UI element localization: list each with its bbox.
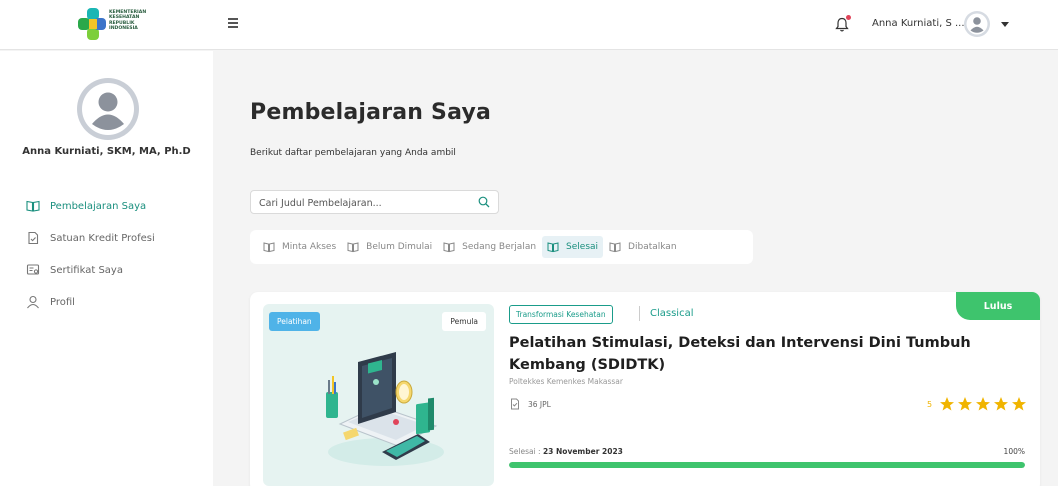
search-box [250, 190, 499, 215]
course-delivery-type: Classical [650, 308, 694, 319]
tab-dibatalkan[interactable]: Dibatalkan [604, 236, 681, 258]
course-jpl: 36 JPL [528, 400, 551, 409]
user-icon [27, 295, 39, 309]
completion-info: Selesai : 23 November 2023 [509, 447, 623, 456]
tab-label: Minta Akses [282, 242, 337, 252]
tab-belum-dimulai[interactable]: Belum Dimulai [342, 236, 437, 258]
rating-stars [937, 396, 1027, 412]
top-header: KEMENTERIAN KESEHATAN REPUBLIK INDONESIA… [0, 0, 1058, 50]
progress-bar [509, 462, 1025, 468]
tab-label: Dibatalkan [628, 242, 677, 252]
kemenkes-logo-mark [78, 8, 106, 40]
sidebar-item-satuan-kredit-profesi[interactable]: Satuan Kredit Profesi [26, 228, 155, 248]
sidebar-item-label: Pembelajaran Saya [50, 200, 147, 212]
course-provider: Poltekkes Kemenkes Makassar [509, 377, 623, 386]
course-thumbnail[interactable]: Pelatihan Pemula [263, 304, 494, 486]
status-badge: Lulus [956, 292, 1040, 320]
book-open-icon [347, 242, 359, 253]
header-user-name[interactable]: Anna Kurniati, S ... [872, 18, 965, 29]
chevron-down-icon[interactable] [1001, 22, 1009, 27]
sidebar-item-profil[interactable]: Profil [26, 292, 75, 312]
kemenkes-logo[interactable]: KEMENTERIAN KESEHATAN REPUBLIK INDONESIA [76, 6, 166, 44]
star-icon [994, 397, 1008, 411]
sidebar-user-name: Anna Kurniati, SKM, MA, Ph.D [22, 146, 191, 157]
page-subtitle: Berikut daftar pembelajaran yang Anda am… [250, 148, 456, 158]
divider [639, 306, 640, 321]
book-open-icon [443, 242, 455, 253]
tab-label: Belum Dimulai [366, 242, 433, 252]
sidebar-item-label: Profil [50, 296, 75, 308]
sidebar-item-label: Sertifikat Saya [50, 264, 123, 276]
sidebar: Anna Kurniati, SKM, MA, Ph.D Pembelajara… [0, 51, 213, 486]
laptop-illustration-icon [326, 352, 444, 466]
book-open-icon [609, 242, 621, 253]
course-level-badge: Pemula [442, 312, 486, 331]
course-card[interactable]: Pelatihan Pemula Transformasi Kesehatan … [250, 292, 1040, 486]
tab-selesai[interactable]: Selesai [542, 236, 604, 258]
completion-label: Selesai : [509, 447, 543, 456]
star-icon [1012, 397, 1026, 411]
status-tabs: Minta Akses Belum Dimulai Sedang Berjala… [250, 230, 753, 264]
search-input[interactable] [251, 192, 461, 215]
tab-sedang-berjalan[interactable]: Sedang Berjalan [438, 236, 541, 258]
star-icon [976, 397, 990, 411]
hamburger-icon[interactable] [228, 18, 240, 30]
bell-icon[interactable] [835, 15, 851, 33]
sidebar-item-sertifikat-saya[interactable]: Sertifikat Saya [26, 260, 123, 280]
progress-percent: 100% [1003, 447, 1025, 456]
sidebar-item-pembelajaran-saya[interactable]: Pembelajaran Saya [26, 196, 146, 216]
rating-value: 5 [927, 400, 933, 409]
search-icon[interactable] [478, 196, 490, 208]
course-title[interactable]: Pelatihan Stimulasi, Deteksi dan Interve… [509, 332, 1029, 376]
certificate-icon [26, 264, 40, 275]
progress-fill [509, 462, 1025, 468]
book-open-icon [26, 200, 40, 212]
book-open-icon [547, 242, 559, 253]
course-type-badge: Pelatihan [269, 312, 320, 331]
book-open-icon [263, 242, 275, 253]
logo-line: INDONESIA [109, 26, 138, 32]
tab-minta-akses[interactable]: Minta Akses [258, 236, 341, 258]
document-icon [28, 231, 39, 245]
sidebar-avatar [76, 77, 140, 141]
tab-label: Sedang Berjalan [462, 242, 537, 252]
header-avatar[interactable] [963, 10, 991, 38]
notification-dot [846, 15, 851, 20]
document-icon [511, 398, 519, 410]
star-icon [940, 397, 954, 411]
logo-wordmark: KEMENTERIAN KESEHATAN REPUBLIK INDONESIA [109, 10, 146, 32]
star-icon [958, 397, 972, 411]
sidebar-item-label: Satuan Kredit Profesi [50, 232, 155, 244]
category-badge: Transformasi Kesehatan [509, 305, 613, 324]
tab-label: Selesai [566, 242, 599, 252]
page-title: Pembelajaran Saya [250, 100, 492, 125]
completion-date: 23 November 2023 [542, 447, 623, 456]
